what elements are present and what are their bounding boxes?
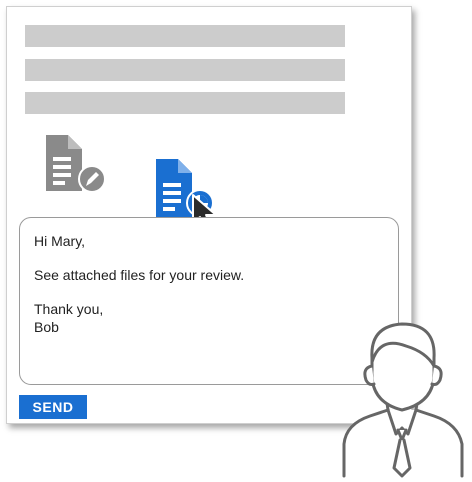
placeholder-bar — [25, 25, 345, 47]
placeholder-bar — [25, 59, 345, 81]
email-signature: Bob — [34, 319, 59, 335]
document-edit-icon[interactable] — [42, 131, 108, 202]
stage: Hi Mary, See attached files for your rev… — [0, 0, 472, 482]
email-greeting: Hi Mary, — [34, 233, 86, 249]
person-outline-icon — [336, 318, 470, 482]
send-button[interactable]: SEND — [19, 395, 87, 419]
email-body-text: See attached files for your review. — [34, 267, 245, 283]
placeholder-bar — [25, 92, 345, 114]
email-closing: Thank you, — [34, 301, 104, 317]
